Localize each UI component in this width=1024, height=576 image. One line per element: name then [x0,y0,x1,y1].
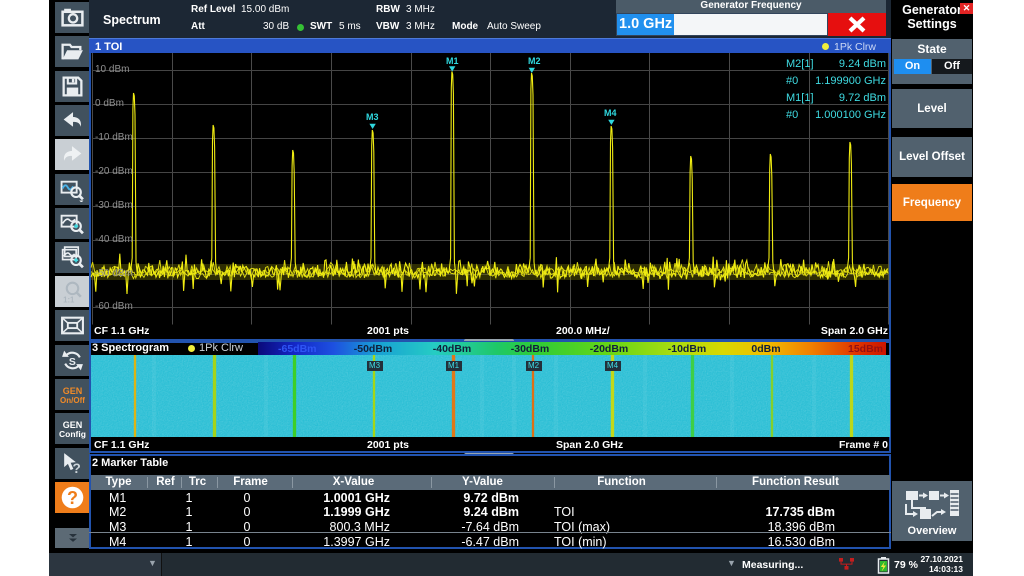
svg-text:?: ? [67,488,78,508]
svg-text:S: S [69,357,76,368]
svg-text:1:1: 1:1 [63,295,75,304]
svg-text:?: ? [73,461,81,476]
